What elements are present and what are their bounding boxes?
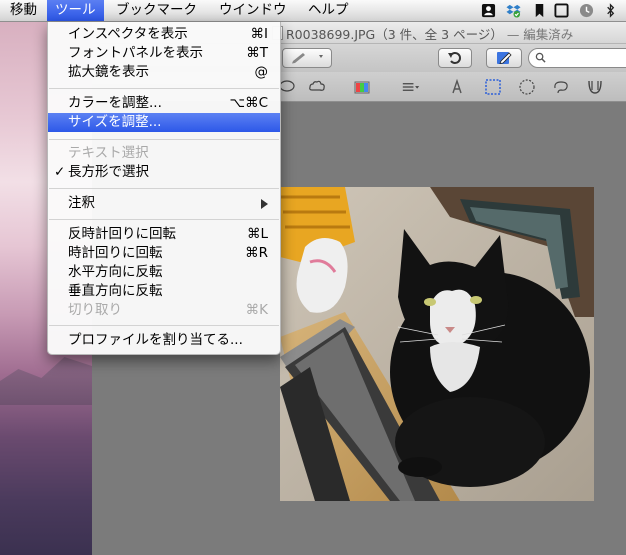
menu-item-rectangular-selection[interactable]: ✓ 長方形で選択 bbox=[48, 163, 280, 182]
menu-item-label: インスペクタを表示 bbox=[68, 26, 188, 42]
bookmark-icon[interactable] bbox=[532, 3, 547, 18]
smart-lasso-icon[interactable] bbox=[586, 78, 604, 96]
menu-item-label: 長方形で選択 bbox=[68, 164, 149, 180]
window-title-text: R0038699.JPG（3 件、全 3 ページ） bbox=[286, 27, 503, 42]
menu-item-shortcut: ⌥⌘C bbox=[229, 95, 268, 111]
submenu-arrow-icon bbox=[261, 199, 268, 209]
menu-item-label: フォントパネルを表示 bbox=[68, 45, 203, 61]
menu-item-shortcut: ⌘L bbox=[246, 226, 268, 242]
menu-window[interactable]: ウインドウ bbox=[211, 0, 295, 21]
menu-item-shortcut: ⌘R bbox=[245, 245, 268, 261]
window-title: R0038699.JPG（3 件、全 3 ページ） — 編集済み bbox=[286, 24, 573, 43]
edit-button[interactable] bbox=[486, 48, 522, 68]
menu-bookmarks[interactable]: ブックマーク bbox=[108, 0, 205, 21]
menu-help[interactable]: ヘルプ bbox=[300, 0, 357, 21]
cat-photo[interactable] bbox=[280, 187, 594, 501]
tools-menu: インスペクタを表示 ⌘I フォントパネルを表示 ⌘T 拡大鏡を表示 @ カラーを… bbox=[47, 22, 281, 355]
menu-item-label: カラーを調整... bbox=[68, 95, 162, 111]
menu-item-show-magnifier[interactable]: 拡大鏡を表示 @ bbox=[48, 63, 280, 82]
cat-photo-image bbox=[280, 187, 594, 501]
time-machine-icon[interactable] bbox=[579, 3, 594, 18]
rectangle-select-icon[interactable] bbox=[484, 78, 502, 96]
search-input[interactable] bbox=[528, 48, 626, 68]
menu-item-label: 水平方向に反転 bbox=[68, 264, 163, 280]
menu-item-label: プロファイルを割り当てる... bbox=[68, 332, 243, 348]
lasso-icon[interactable] bbox=[552, 78, 570, 96]
rotate-button[interactable] bbox=[438, 48, 472, 68]
menu-item-label: 垂直方向に反転 bbox=[68, 283, 163, 299]
menu-tools[interactable]: ツール bbox=[47, 0, 104, 21]
menu-item-label: 反時計回りに回転 bbox=[68, 226, 176, 242]
menu-separator bbox=[49, 88, 279, 89]
oval-select-icon[interactable] bbox=[518, 78, 536, 96]
text-tool-icon[interactable] bbox=[448, 78, 466, 96]
menu-item-label: 拡大鏡を表示 bbox=[68, 64, 149, 80]
menu-item-adjust-size[interactable]: サイズを調整... bbox=[48, 113, 280, 132]
bluetooth-icon[interactable] bbox=[603, 3, 618, 18]
line-style-icon[interactable] bbox=[402, 78, 420, 96]
menu-item-show-inspector[interactable]: インスペクタを表示 ⌘I bbox=[48, 25, 280, 44]
color-picker-icon[interactable] bbox=[354, 78, 372, 96]
checkmark-icon: ✓ bbox=[54, 164, 66, 180]
menu-item-crop: 切り取り ⌘K bbox=[48, 301, 280, 320]
menu-item-shortcut: ⌘T bbox=[246, 45, 268, 61]
rotate-left-icon bbox=[448, 52, 461, 64]
menu-bar: 移動 ツール ブックマーク ウインドウ ヘルプ bbox=[0, 0, 626, 22]
menu-item-label: 注釈 bbox=[68, 195, 95, 211]
menu-separator bbox=[49, 188, 279, 189]
window-icon[interactable] bbox=[554, 3, 569, 18]
menu-item-label: テキスト選択 bbox=[68, 145, 149, 161]
menu-item-shortcut: ⌘K bbox=[245, 302, 268, 318]
menu-item-shortcut: @ bbox=[254, 64, 269, 80]
menu-item-annotate[interactable]: 注釈 bbox=[48, 194, 280, 213]
menu-item-show-fonts[interactable]: フォントパネルを表示 ⌘T bbox=[48, 44, 280, 63]
menu-item-flip-vertical[interactable]: 垂直方向に反転 bbox=[48, 282, 280, 301]
menu-item-label: 時計回りに回転 bbox=[68, 245, 163, 261]
search-icon bbox=[535, 52, 546, 63]
menu-item-text-selection: テキスト選択 bbox=[48, 144, 280, 163]
menu-item-rotate-left[interactable]: 反時計回りに回転 ⌘L bbox=[48, 225, 280, 244]
menu-item-rotate-right[interactable]: 時計回りに回転 ⌘R bbox=[48, 244, 280, 263]
pencil-icon bbox=[292, 53, 323, 64]
menu-separator bbox=[49, 139, 279, 140]
dropbox-icon[interactable] bbox=[506, 3, 521, 18]
menu-item-assign-profile[interactable]: プロファイルを割り当てる... bbox=[48, 331, 280, 350]
cloud-shape-icon[interactable] bbox=[308, 78, 326, 96]
contacts-icon[interactable] bbox=[481, 3, 496, 18]
menu-go[interactable]: 移動 bbox=[2, 0, 45, 21]
edited-label: — 編集済み bbox=[506, 27, 574, 42]
menu-item-flip-horizontal[interactable]: 水平方向に反転 bbox=[48, 263, 280, 282]
menu-separator bbox=[49, 219, 279, 220]
menu-item-label: 切り取り bbox=[68, 302, 122, 318]
menu-item-shortcut: ⌘I bbox=[250, 26, 268, 42]
menu-item-adjust-color[interactable]: カラーを調整... ⌥⌘C bbox=[48, 94, 280, 113]
menu-item-label: サイズを調整... bbox=[68, 114, 162, 130]
annotate-popup-button[interactable] bbox=[282, 48, 332, 68]
edit-pen-icon bbox=[497, 52, 512, 65]
menu-separator bbox=[49, 325, 279, 326]
